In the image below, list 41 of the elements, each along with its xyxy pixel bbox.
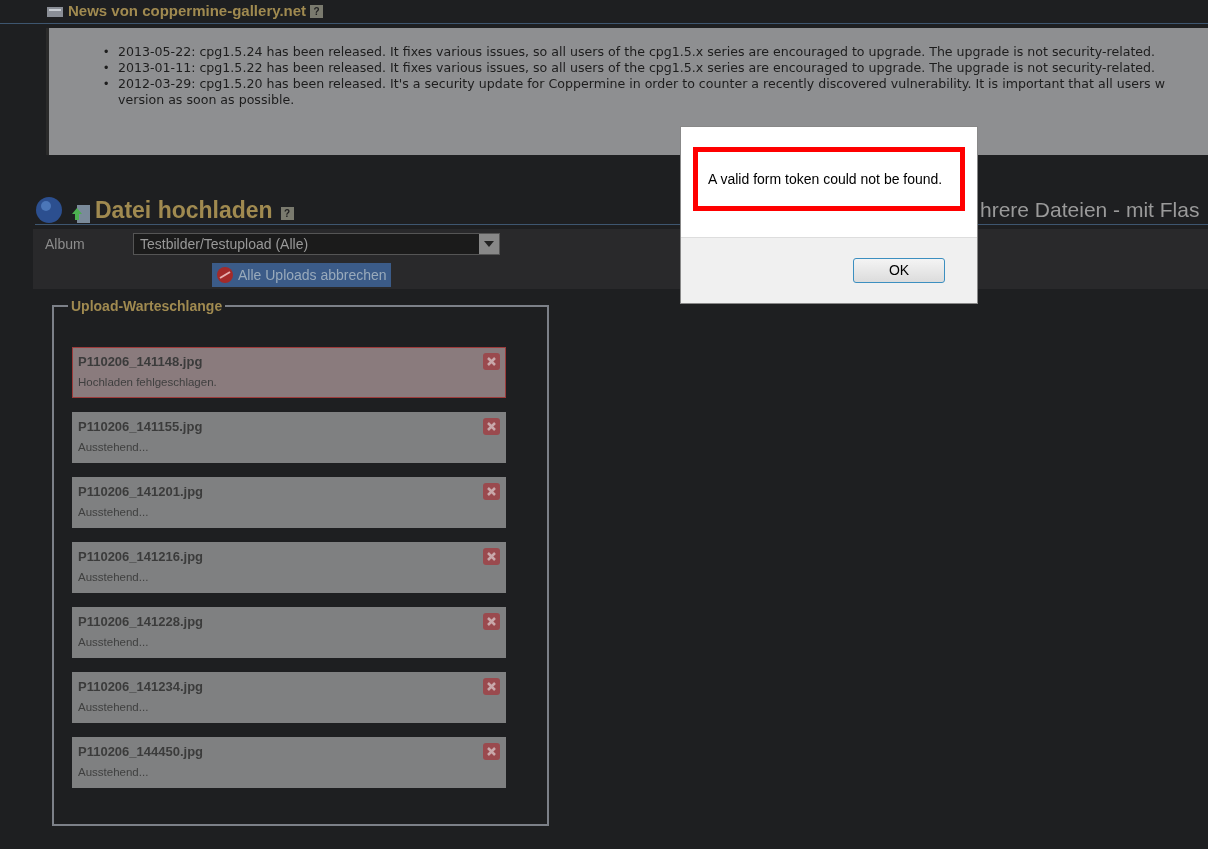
bullet: • <box>104 60 110 76</box>
news-item: 2013-05-22: cpg1.5.24 has been released. It fixes various issues, so all users of the cpg1.5.x series are encouraged to upgrade. The upgrade is not security-related. <box>118 44 1156 60</box>
section-title: News von coppermine-gallery.net <box>68 1 307 22</box>
upload-status: Hochladen fehlgeschlagen. <box>78 374 218 390</box>
file-name: P110206_141234.jpg <box>78 678 204 696</box>
file-name: P110206_141201.jpg <box>78 483 204 501</box>
upload-status: Ausstehend... <box>78 439 150 455</box>
dialog-message: A valid form token could not be found. <box>693 147 965 211</box>
bullet: • <box>104 44 110 60</box>
album-dropdown[interactable]: Testbilder/Testupload (Alle) <box>133 233 500 255</box>
album-label: Album <box>45 234 86 254</box>
upload-status: Ausstehend... <box>78 764 150 780</box>
upload-status: Ausstehend... <box>78 504 150 520</box>
close-icon[interactable] <box>483 548 500 565</box>
file-name: P110206_141216.jpg <box>78 548 204 566</box>
upload-status: Ausstehend... <box>78 634 150 650</box>
globe-icon <box>35 196 63 224</box>
cancel-icon <box>216 266 234 284</box>
book-icon <box>46 5 64 18</box>
close-icon[interactable] <box>483 483 500 500</box>
file-name: P110206_141228.jpg <box>78 613 204 631</box>
file-name: P110206_141155.jpg <box>78 418 203 436</box>
help-icon[interactable]: ? <box>280 207 294 220</box>
news-item: 2013-01-11: cpg1.5.22 has been released. It fixes various issues, so all users of the cpg1.5.x series are encouraged to upgrade. The upgrade is not security-related. <box>118 60 1156 76</box>
bullet: • <box>104 76 110 93</box>
help-icon[interactable]: ? <box>310 5 324 18</box>
close-icon[interactable] <box>483 613 500 630</box>
upload-status: Ausstehend... <box>78 699 150 715</box>
file-name: P110206_144450.jpg <box>78 743 204 761</box>
close-icon[interactable] <box>483 743 500 760</box>
close-icon[interactable] <box>483 353 500 370</box>
close-icon[interactable] <box>483 678 500 695</box>
file-name: P110206_141148.jpg <box>78 353 203 371</box>
ok-button[interactable]: OK <box>853 258 945 283</box>
page-title: Datei hochladen <box>95 196 273 224</box>
caret-icon <box>484 241 494 247</box>
upload-icon <box>71 202 91 224</box>
tab-label[interactable]: hrere Dateien - mit Flas <box>980 196 1208 224</box>
close-icon[interactable] <box>483 418 500 435</box>
news-item: 2012-03-29: cpg1.5.20 has been released. It's a security update for Coppermine in order to counter a recently discovered vulnerability. It is important that all users w version as soon as possible. <box>118 76 1165 108</box>
upload-status: Ausstehend... <box>78 569 150 585</box>
